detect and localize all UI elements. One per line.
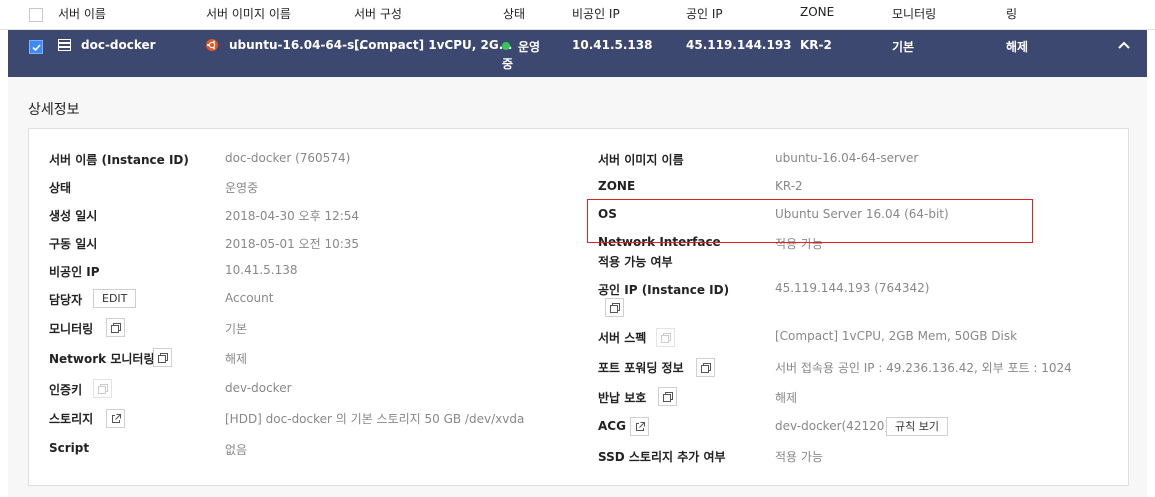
value-server-name: doc-docker (760574) bbox=[225, 151, 351, 165]
value-manager: Account bbox=[225, 291, 274, 305]
label-server-name: 서버 이름 (Instance ID) bbox=[49, 153, 189, 167]
label-manager: 담당자 bbox=[49, 293, 83, 307]
header-zone[interactable]: ZONE bbox=[800, 5, 834, 19]
copy-icon[interactable] bbox=[93, 379, 112, 398]
value-private-ip: 10.41.5.138 bbox=[225, 263, 298, 277]
edit-button[interactable]: EDIT bbox=[93, 289, 137, 308]
label-return-protection: 반납 보호 bbox=[598, 391, 647, 405]
row-private-ip: 10.41.5.138 bbox=[572, 38, 653, 52]
table-header: 서버 이름 서버 이미지 이름 서버 구성 상태 비공인 IP 공인 IP ZO… bbox=[0, 0, 1155, 30]
value-image-name: ubuntu-16.04-64-server bbox=[775, 151, 919, 165]
value-return-protection: 해제 bbox=[775, 391, 798, 405]
row-zone: KR-2 bbox=[800, 38, 832, 52]
header-status[interactable]: 상태 bbox=[503, 5, 525, 22]
copy-icon[interactable] bbox=[106, 318, 125, 337]
label-image-name: 서버 이미지 이름 bbox=[598, 153, 684, 167]
detail-box bbox=[28, 128, 1129, 486]
value-acg: dev-docker(42120) bbox=[775, 419, 890, 433]
label-network-interface-2: 적용 가능 여부 bbox=[598, 255, 673, 269]
row-public-ip: 45.119.144.193 bbox=[686, 38, 792, 52]
value-server-spec: [Compact] 1vCPU, 2GB Mem, 50GB Disk bbox=[775, 329, 1018, 343]
row-config: [Compact] 1vCPU, 2G... bbox=[354, 38, 513, 52]
label-auth-key: 인증키 bbox=[49, 383, 83, 397]
row-status-text: 운영 bbox=[518, 40, 541, 54]
row-status-text-2: 중 bbox=[502, 57, 514, 71]
label-port-forwarding: 포트 포워딩 정보 bbox=[598, 361, 684, 375]
header-monitoring[interactable]: 모니터링 bbox=[892, 5, 936, 22]
label-public-ip: 공인 IP (Instance ID) bbox=[598, 283, 730, 297]
label-zone: ZONE bbox=[598, 179, 636, 193]
value-status: 운영중 bbox=[225, 181, 259, 195]
ubuntu-icon bbox=[206, 39, 218, 54]
copy-icon[interactable] bbox=[605, 298, 624, 317]
label-private-ip: 비공인 IP bbox=[49, 265, 100, 279]
header-image-name[interactable]: 서버 이미지 이름 bbox=[206, 5, 291, 22]
view-rules-button[interactable]: 규칙 보기 bbox=[886, 417, 948, 436]
value-script: 없음 bbox=[225, 443, 248, 457]
label-network-monitoring: Network 모니터링 bbox=[49, 352, 155, 366]
value-public-ip: 45.119.144.193 (764342) bbox=[775, 281, 930, 295]
row-last-col: 해제 bbox=[1006, 40, 1029, 54]
value-network-monitoring: 해제 bbox=[225, 352, 248, 366]
row-status: 운영 bbox=[502, 38, 540, 55]
label-acg: ACG bbox=[598, 419, 626, 433]
external-link-icon[interactable] bbox=[106, 409, 125, 428]
copy-icon[interactable] bbox=[696, 358, 715, 377]
label-created: 생성 일시 bbox=[49, 209, 98, 223]
label-ssd-storage: SSD 스토리지 추가 여부 bbox=[598, 450, 726, 464]
label-script: Script bbox=[49, 441, 90, 455]
detail-panel: 상세정보 bbox=[8, 77, 1147, 497]
value-created: 2018-04-30 오후 12:54 bbox=[225, 209, 360, 223]
value-monitoring: 기본 bbox=[225, 322, 248, 336]
highlight-box bbox=[587, 199, 1033, 243]
header-config[interactable]: 서버 구성 bbox=[354, 5, 402, 22]
row-image-name: ubuntu-16.04-64-s... bbox=[229, 38, 368, 52]
row-checkbox[interactable] bbox=[29, 40, 43, 54]
header-public-ip[interactable]: 공인 IP bbox=[686, 5, 723, 22]
detail-title: 상세정보 bbox=[28, 102, 80, 118]
copy-icon[interactable] bbox=[656, 328, 675, 347]
value-started: 2018-05-01 오전 10:35 bbox=[225, 237, 360, 251]
value-ssd-storage: 적용 가능 bbox=[775, 450, 823, 464]
value-zone: KR-2 bbox=[775, 179, 803, 193]
label-monitoring: 모니터링 bbox=[49, 322, 94, 336]
header-last-col[interactable]: 링 bbox=[1006, 5, 1017, 22]
server-icon bbox=[58, 39, 71, 54]
label-started: 구동 일시 bbox=[49, 237, 98, 251]
copy-icon[interactable] bbox=[658, 387, 677, 406]
chevron-up-icon[interactable] bbox=[1117, 39, 1131, 53]
value-storage: [HDD] doc-docker 의 기본 스토리지 50 GB /dev/xv… bbox=[225, 412, 525, 426]
status-running-icon bbox=[502, 42, 510, 50]
label-status: 상태 bbox=[49, 181, 72, 195]
divider bbox=[28, 485, 1129, 486]
label-server-spec: 서버 스펙 bbox=[598, 331, 647, 345]
select-all-checkbox[interactable] bbox=[29, 8, 43, 22]
external-link-icon[interactable] bbox=[630, 417, 649, 436]
header-server-name[interactable]: 서버 이름 bbox=[58, 5, 106, 22]
row-monitoring: 기본 bbox=[892, 40, 915, 54]
row-server-name: doc-docker bbox=[81, 38, 156, 52]
label-storage: 스토리지 bbox=[49, 412, 94, 426]
value-auth-key: dev-docker bbox=[225, 381, 292, 395]
table-row-selected[interactable]: doc-docker ubuntu-16.04-64-s... [Compact… bbox=[8, 30, 1147, 77]
copy-icon[interactable] bbox=[153, 348, 172, 367]
header-private-ip[interactable]: 비공인 IP bbox=[572, 5, 620, 22]
value-port-forwarding: 서버 접속용 공인 IP : 49.236.136.42, 외부 포트 : 10… bbox=[775, 361, 1072, 375]
